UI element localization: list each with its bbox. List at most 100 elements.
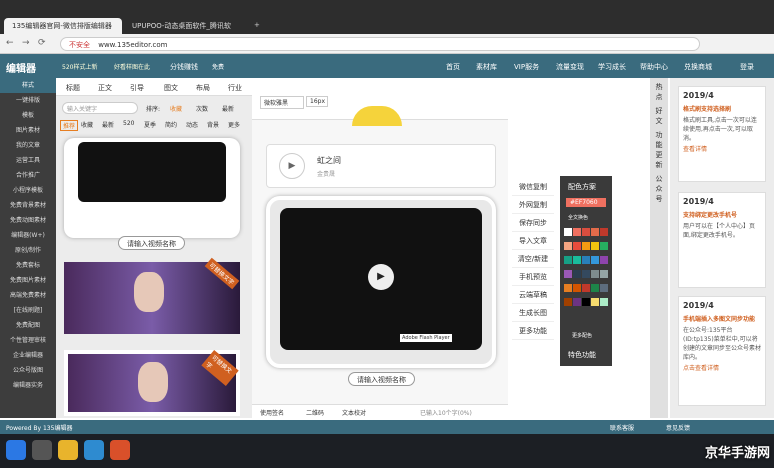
feedback-link[interactable]: 意见反馈 xyxy=(666,423,690,432)
full-recolor-checkbox[interactable]: 全文换色 xyxy=(568,214,588,221)
left-nav-item[interactable]: 合作推广 xyxy=(0,168,56,183)
color-swatch[interactable] xyxy=(600,284,608,292)
color-swatch[interactable] xyxy=(573,298,581,306)
hex-input[interactable]: #EF7060 xyxy=(566,198,606,207)
nav-library[interactable]: 素材库 xyxy=(476,62,497,72)
video-screen[interactable]: ▶ Adobe Flash Player xyxy=(280,208,482,350)
video-thumbnail-3[interactable]: 可替换文字 xyxy=(64,350,240,416)
filter-chip[interactable]: 收藏 xyxy=(81,120,93,129)
tool-button[interactable]: 更多功能 xyxy=(512,322,554,340)
vip-free[interactable]: 免费 xyxy=(212,62,224,71)
right-tab[interactable]: 热点 xyxy=(654,82,664,102)
chrome-icon[interactable] xyxy=(58,440,78,460)
filter-chip[interactable]: 更多 xyxy=(228,120,240,129)
play-icon[interactable]: ▶ xyxy=(368,264,394,290)
task-view-icon[interactable] xyxy=(32,440,52,460)
news-title[interactable]: 支持绑定更改手机号 xyxy=(683,210,761,219)
color-swatch[interactable] xyxy=(564,298,572,306)
color-swatch[interactable] xyxy=(600,228,608,236)
left-nav-item[interactable]: 编辑器实务 xyxy=(0,378,56,393)
tab-industry[interactable]: 行业 xyxy=(228,83,242,93)
color-swatch[interactable] xyxy=(582,242,590,250)
right-tab[interactable]: 功能更新 xyxy=(654,130,664,170)
left-nav-item[interactable]: 我的文章 xyxy=(0,138,56,153)
filter-chip[interactable]: 推荐 xyxy=(60,120,79,131)
left-nav-item[interactable]: [在线刷题] xyxy=(0,303,56,318)
left-nav-item[interactable]: 免费图片素材 xyxy=(0,273,56,288)
color-swatch[interactable] xyxy=(591,228,599,236)
tab-body[interactable]: 正文 xyxy=(98,83,112,93)
filter-chip[interactable]: 520 xyxy=(123,120,134,127)
color-swatch[interactable] xyxy=(573,228,581,236)
left-nav-item[interactable]: 模板 xyxy=(0,108,56,123)
color-swatch[interactable] xyxy=(564,256,572,264)
right-tab[interactable]: 公众号 xyxy=(654,174,664,204)
color-swatch[interactable] xyxy=(591,256,599,264)
color-swatch[interactable] xyxy=(600,242,608,250)
left-nav-item[interactable]: 原创/制作 xyxy=(0,243,56,258)
left-nav-item[interactable]: 一键排版 xyxy=(0,93,56,108)
news-title[interactable]: 格式刷支持选择刷 xyxy=(683,104,761,113)
left-nav-item[interactable]: 高端免费素材 xyxy=(0,288,56,303)
tool-button[interactable]: 云端草稿 xyxy=(512,286,554,304)
qrcode-button[interactable]: 二维码 xyxy=(306,408,324,417)
color-swatch[interactable] xyxy=(600,298,608,306)
tab-title[interactable]: 标题 xyxy=(66,83,80,93)
news-link[interactable]: 查看详情 xyxy=(683,144,761,153)
color-swatch[interactable] xyxy=(582,284,590,292)
filter-chip[interactable]: 动态 xyxy=(186,120,198,129)
color-swatch[interactable] xyxy=(582,228,590,236)
news-title[interactable]: 手机端插入多图文同步功能 xyxy=(683,314,761,323)
left-nav-item[interactable]: 免费动图素材 xyxy=(0,213,56,228)
left-nav-item[interactable]: 编辑器(W+) xyxy=(0,228,56,243)
new-tab-icon[interactable]: + xyxy=(246,18,262,34)
browser-tab-upupoo[interactable]: UPUPOO-动态桌面软件_腾讯软 xyxy=(124,18,242,34)
promo-link-1[interactable]: 520样式上新 xyxy=(62,62,97,71)
color-swatch[interactable] xyxy=(564,270,572,278)
left-nav-item[interactable]: 企业编辑器 xyxy=(0,348,56,363)
color-swatch[interactable] xyxy=(582,270,590,278)
news-link[interactable]: 点击查看详情 xyxy=(683,363,761,372)
left-nav-item[interactable]: 免费配图 xyxy=(0,318,56,333)
contact-link[interactable]: 联系客服 xyxy=(610,423,634,432)
left-nav-item[interactable]: 免费背景素材 xyxy=(0,198,56,213)
font-select[interactable]: 微软雅黑 xyxy=(260,96,304,109)
color-swatch[interactable] xyxy=(600,256,608,264)
left-nav-item[interactable]: 个性管理审核 xyxy=(0,333,56,348)
size-select[interactable]: 16px xyxy=(306,96,328,107)
color-swatch[interactable] xyxy=(573,242,581,250)
nav-help[interactable]: 帮助中心 xyxy=(640,62,668,72)
share-earn-link[interactable]: 分钱赚钱 xyxy=(170,62,198,72)
left-nav-item[interactable]: 小程序模板 xyxy=(0,183,56,198)
forward-icon[interactable]: → xyxy=(22,38,30,48)
back-icon[interactable]: ← xyxy=(6,38,14,48)
color-swatch[interactable] xyxy=(564,242,572,250)
video-template-1[interactable] xyxy=(64,138,240,238)
news-card[interactable]: 2019/4 支持绑定更改手机号 用户可以在【个人中心】页面,绑定更改手机号。 xyxy=(678,192,766,288)
color-swatch[interactable] xyxy=(600,270,608,278)
tool-button[interactable]: 导入文章 xyxy=(512,232,554,250)
tab-guide[interactable]: 引导 xyxy=(130,83,144,93)
signature-button[interactable]: 使用签名 xyxy=(260,408,284,417)
left-nav-item[interactable]: 免费套标 xyxy=(0,258,56,273)
tab-imagetext[interactable]: 图文 xyxy=(164,83,178,93)
left-nav-item[interactable]: 公众号版图 xyxy=(0,363,56,378)
color-swatch[interactable] xyxy=(591,298,599,306)
sort-fav[interactable]: 收藏 xyxy=(170,104,182,113)
news-card[interactable]: 2019/4 格式刷支持选择刷 格式刷工具,点击一次可以连续使用,再点击一次,可以取… xyxy=(678,86,766,182)
tab-layout[interactable]: 布局 xyxy=(196,83,210,93)
tool-button[interactable]: 微信复制 xyxy=(512,178,554,196)
tool-button[interactable]: 清空/新建 xyxy=(512,250,554,268)
filter-chip[interactable]: 简约 xyxy=(165,120,177,129)
color-swatch[interactable] xyxy=(573,256,581,264)
reload-icon[interactable]: ⟳ xyxy=(38,38,46,48)
filter-chip[interactable]: 夏季 xyxy=(144,120,156,129)
tool-button[interactable]: 生成长图 xyxy=(512,304,554,322)
color-swatch[interactable] xyxy=(573,270,581,278)
tool-button[interactable]: 保存同步 xyxy=(512,214,554,232)
play-icon[interactable]: ▶ xyxy=(279,153,305,179)
tool-button[interactable]: 手机预览 xyxy=(512,268,554,286)
nav-vip[interactable]: VIP服务 xyxy=(514,62,539,72)
right-tab[interactable]: 好文 xyxy=(654,106,664,126)
left-nav-item[interactable]: 图片素材 xyxy=(0,123,56,138)
